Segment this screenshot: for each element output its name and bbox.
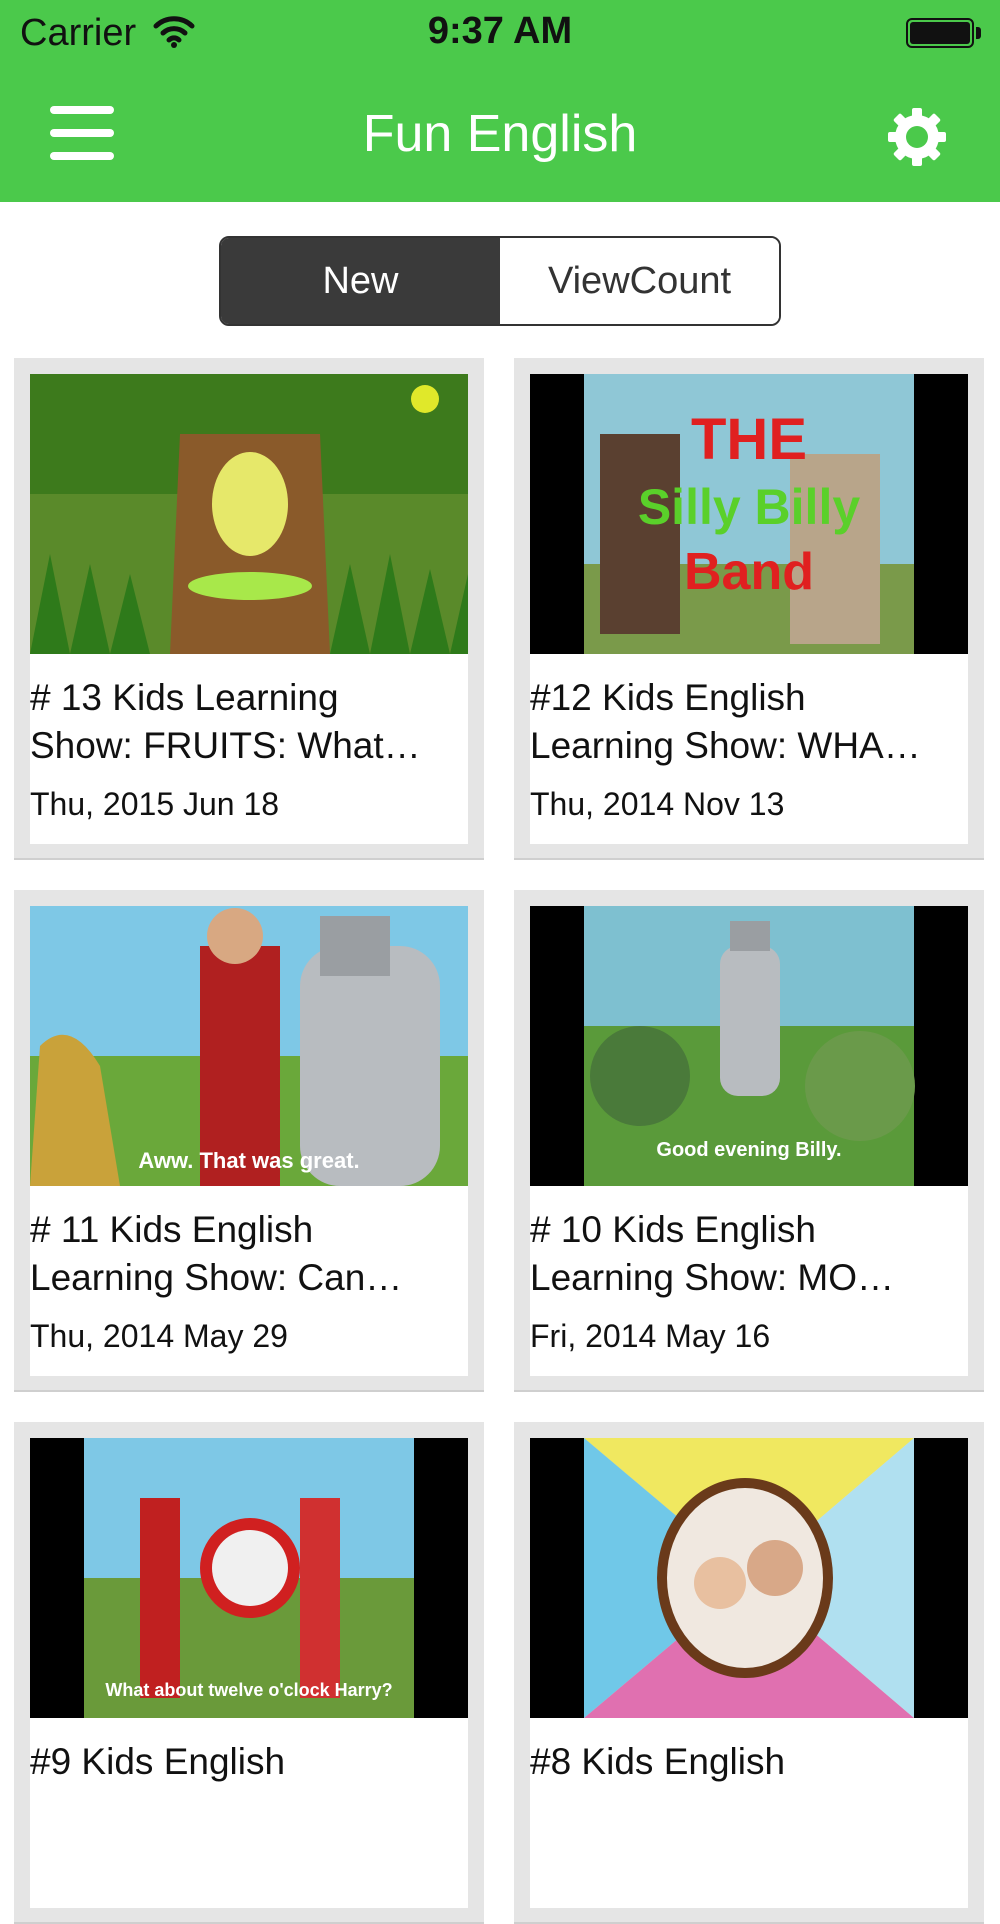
video-thumbnail: What about twelve o'clock Harry? [30, 1438, 468, 1718]
video-thumbnail: Good evening Billy. [530, 906, 968, 1186]
video-card[interactable]: Good evening Billy. # 10 Kids English Le… [514, 890, 984, 1392]
video-card[interactable]: What about twelve o'clock Harry? #9 Kids… [14, 1422, 484, 1924]
segment-viewcount[interactable]: ViewCount [500, 238, 779, 324]
battery-icon [906, 18, 974, 48]
video-card[interactable]: THE Silly Billy Band #12 Kids English Le… [514, 358, 984, 860]
navigation-bar: Carrier 9:37 AM Fun English [0, 0, 1000, 202]
video-card[interactable]: # 13 Kids Learning Show: FRUITS: What… T… [14, 358, 484, 860]
video-thumbnail: Aww. That was great. [30, 906, 468, 1186]
video-title: #12 Kids English Learning Show: WHA… [530, 677, 921, 766]
video-title: #9 Kids English [30, 1741, 286, 1782]
status-time: 9:37 AM [427, 10, 573, 52]
gear-icon[interactable] [884, 104, 950, 170]
video-date: Fri, 2014 May 16 [530, 1318, 771, 1354]
video-title: # 10 Kids English Learning Show: MO… [530, 1209, 895, 1298]
video-date: Thu, 2014 May 29 [30, 1318, 288, 1354]
svg-text:THE: THE [691, 407, 807, 472]
status-bar: Carrier 9:37 AM [0, 0, 1000, 66]
video-title: #8 Kids English [530, 1741, 786, 1782]
svg-text:Good evening Billy.: Good evening Billy. [656, 1139, 841, 1161]
svg-text:What about twelve o'clock Harr: What about twelve o'clock Harry? [105, 1680, 392, 1700]
battery-tip [976, 27, 981, 39]
sort-segmented-control: New ViewCount [219, 236, 781, 326]
segment-new[interactable]: New [221, 238, 500, 324]
video-card[interactable]: Aww. That was great. # 11 Kids English L… [14, 890, 484, 1392]
video-title: # 13 Kids Learning Show: FRUITS: What… [30, 677, 421, 766]
video-date: Thu, 2015 Jun 18 [30, 786, 280, 822]
video-thumbnail [30, 374, 468, 654]
page-title: Fun English [362, 105, 638, 163]
video-card[interactable]: #8 Kids English [514, 1422, 984, 1924]
video-title: # 11 Kids English Learning Show: Can… [30, 1209, 403, 1298]
svg-text:Silly Billy: Silly Billy [638, 479, 861, 535]
video-date: Thu, 2014 Nov 13 [530, 786, 785, 822]
svg-text:Aww. That was great.: Aww. That was great. [138, 1148, 359, 1173]
video-thumbnail [530, 1438, 968, 1718]
svg-text:Band: Band [684, 543, 814, 601]
video-thumbnail: THE Silly Billy Band [530, 374, 968, 654]
